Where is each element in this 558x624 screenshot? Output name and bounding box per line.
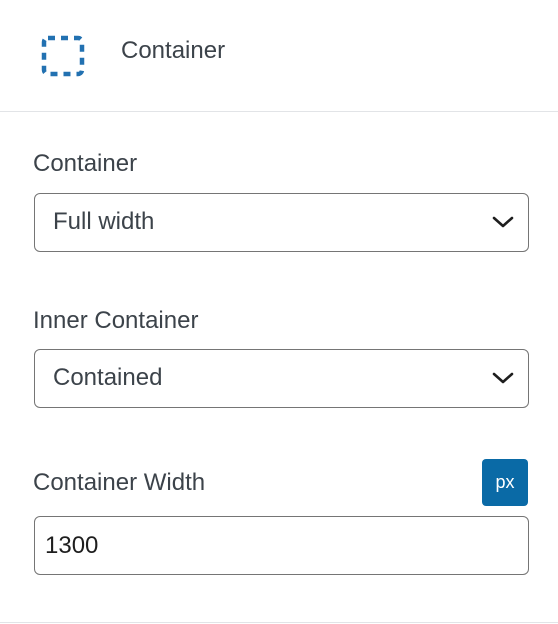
inner-container-select-value: Contained [53, 364, 163, 391]
container-width-label: Container Width [33, 469, 206, 496]
container-width-value: 1300 [45, 532, 99, 559]
container-select[interactable]: Full width [34, 193, 529, 252]
container-dashed-icon [41, 35, 85, 77]
chevron-down-icon [492, 372, 514, 384]
container-select-value: Full width [53, 208, 155, 235]
container-label: Container [33, 150, 138, 177]
unit-px-button[interactable]: px [482, 459, 528, 506]
container-width-input[interactable]: 1300 [34, 516, 529, 575]
divider [0, 622, 558, 623]
inner-container-select[interactable]: Contained [34, 349, 529, 408]
panel-header: Container [0, 0, 558, 112]
panel-title: Container [121, 37, 226, 64]
inner-container-label: Inner Container [33, 307, 199, 334]
chevron-down-icon [492, 216, 514, 228]
